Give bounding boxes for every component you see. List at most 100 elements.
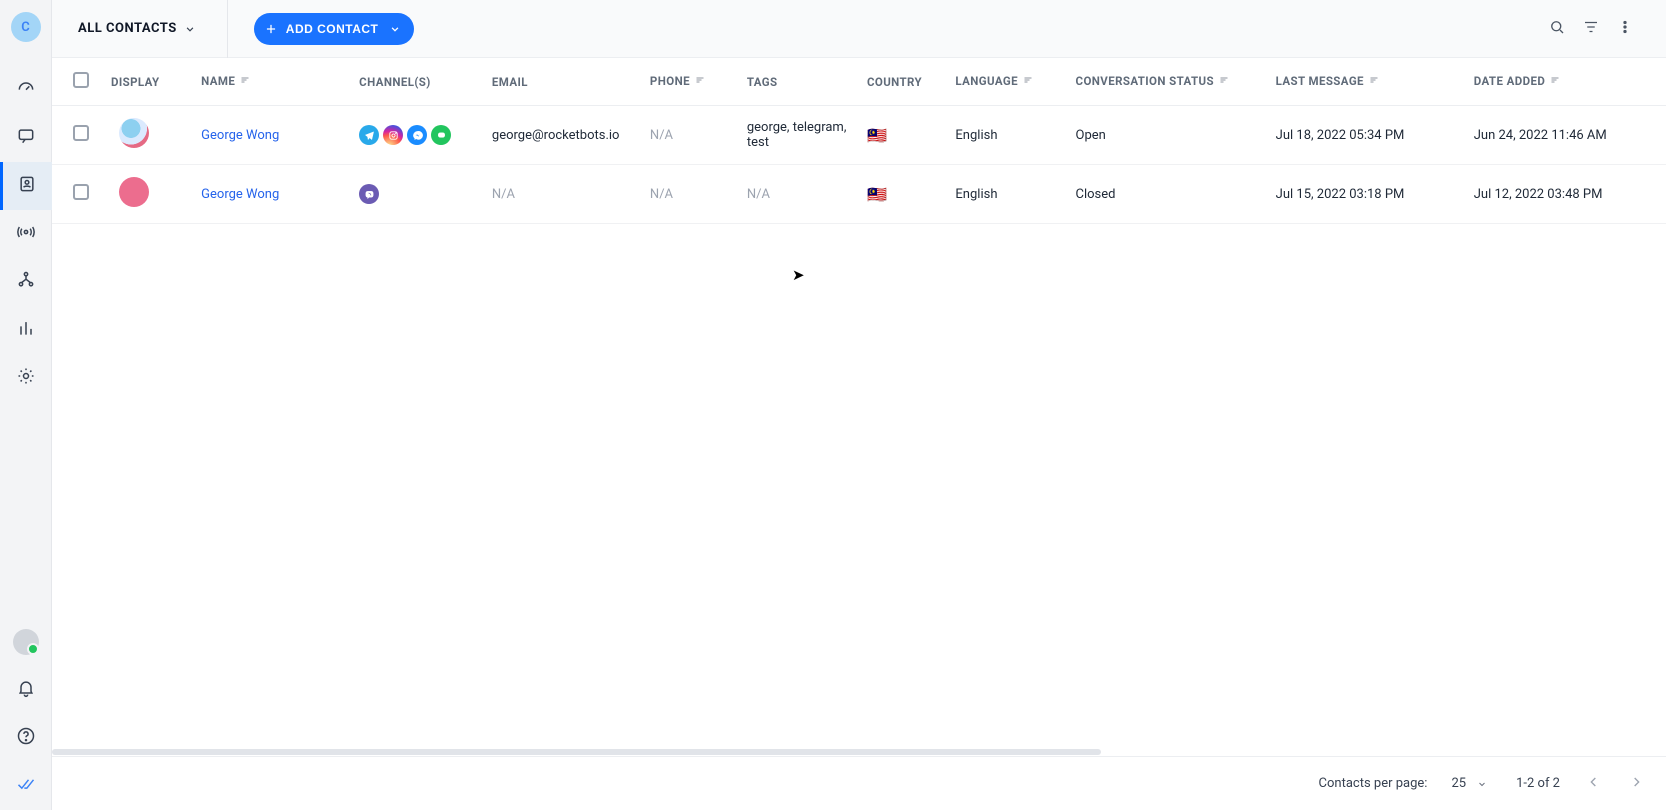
chevron-down-icon — [1476, 778, 1488, 790]
bar-chart-icon — [16, 318, 36, 342]
per-page-value: 25 — [1451, 776, 1466, 791]
sort-icon — [1549, 74, 1561, 89]
add-contact-button[interactable]: ADD CONTACT — [254, 13, 415, 45]
sort-icon — [694, 74, 706, 89]
segment-label: ALL CONTACTS — [78, 21, 177, 36]
sort-icon — [1022, 74, 1034, 89]
table-row[interactable]: George WongN/AN/AN/A🇲🇾EnglishClosedJul 1… — [52, 165, 1666, 224]
broadcast-icon — [16, 222, 36, 246]
search-button[interactable] — [1540, 12, 1574, 46]
col-language[interactable]: LANGUAGE — [947, 58, 1067, 106]
more-button[interactable] — [1608, 12, 1642, 46]
cell-country: 🇲🇾 — [859, 106, 947, 165]
col-phone[interactable]: PHONE — [642, 58, 739, 106]
nav-messages[interactable] — [0, 114, 52, 162]
cell-country: 🇲🇾 — [859, 165, 947, 224]
add-contact-label: ADD CONTACT — [286, 22, 379, 36]
contacts-icon — [17, 174, 37, 198]
contact-name-link[interactable]: George Wong — [201, 187, 279, 202]
main-area: ALL CONTACTS ADD CONTACT DI — [52, 0, 1666, 810]
gauge-icon — [16, 78, 36, 102]
col-tags[interactable]: TAGS — [739, 58, 859, 106]
chevron-down-icon — [388, 22, 402, 36]
contacts-table-wrapper: DISPLAY NAME CHANNEL(S) EMAIL PHONE TAGS… — [52, 58, 1666, 748]
instagram-channel-icon — [383, 125, 403, 145]
row-checkbox[interactable] — [73, 125, 89, 141]
col-dateadded[interactable]: DATE ADDED — [1466, 58, 1666, 106]
nav-broadcast[interactable] — [0, 210, 52, 258]
cell-phone: N/A — [642, 165, 739, 224]
sort-icon — [239, 74, 251, 89]
col-status[interactable]: CONVERSATION STATUS — [1068, 58, 1268, 106]
plus-icon — [264, 22, 278, 36]
sort-icon — [1218, 74, 1230, 89]
filter-icon — [1582, 18, 1600, 40]
row-checkbox[interactable] — [73, 184, 89, 200]
nav-contacts[interactable] — [0, 162, 52, 210]
more-vertical-icon — [1616, 18, 1634, 40]
contacts-table: DISPLAY NAME CHANNEL(S) EMAIL PHONE TAGS… — [52, 58, 1666, 224]
cell-tags: N/A — [739, 165, 859, 224]
cell-email: N/A — [484, 165, 642, 224]
col-channels[interactable]: CHANNEL(S) — [351, 58, 484, 106]
scrollbar-thumb[interactable] — [52, 749, 1101, 755]
help-icon — [16, 726, 36, 750]
flag-icon: 🇲🇾 — [867, 185, 887, 204]
cell-status: Closed — [1068, 165, 1268, 224]
user-avatar-icon — [13, 629, 39, 655]
col-name[interactable]: NAME — [193, 58, 351, 106]
cell-language: English — [947, 165, 1067, 224]
line-channel-icon — [431, 125, 451, 145]
cell-lastmessage: Jul 15, 2022 03:18 PM — [1268, 165, 1466, 224]
topbar: ALL CONTACTS ADD CONTACT — [52, 0, 1666, 58]
nav-profile[interactable] — [0, 618, 52, 666]
table-row[interactable]: George Wonggeorge@rocketbots.ioN/Ageorge… — [52, 106, 1666, 165]
cell-dateadded: Jul 12, 2022 03:48 PM — [1466, 165, 1666, 224]
select-all-checkbox[interactable] — [73, 72, 89, 88]
horizontal-scrollbar[interactable] — [52, 748, 1666, 756]
nav-notifications[interactable] — [0, 666, 52, 714]
per-page-select[interactable]: 25 — [1451, 776, 1488, 791]
col-display[interactable]: DISPLAY — [111, 58, 193, 106]
nav-help[interactable] — [0, 714, 52, 762]
viber-channel-icon — [359, 184, 379, 204]
workspace-badge[interactable]: C — [11, 12, 41, 42]
cell-phone: N/A — [642, 106, 739, 165]
table-footer: Contacts per page: 25 1-2 of 2 — [52, 756, 1666, 810]
chevron-down-icon — [183, 22, 197, 36]
col-lastmessage[interactable]: LAST MESSAGE — [1268, 58, 1466, 106]
contact-name-link[interactable]: George Wong — [201, 128, 279, 143]
next-page-button[interactable] — [1628, 774, 1644, 794]
chat-icon — [16, 126, 36, 150]
workflow-icon — [16, 270, 36, 294]
per-page-label: Contacts per page: — [1319, 776, 1428, 791]
nav-settings[interactable] — [0, 354, 52, 402]
cell-lastmessage: Jul 18, 2022 05:34 PM — [1268, 106, 1466, 165]
nav-getting-started[interactable] — [0, 762, 52, 810]
sort-icon — [1368, 74, 1380, 89]
prev-page-button[interactable] — [1586, 774, 1602, 794]
table-header-row: DISPLAY NAME CHANNEL(S) EMAIL PHONE TAGS… — [52, 58, 1666, 106]
left-sidebar: C — [0, 0, 52, 810]
nav-workflows[interactable] — [0, 258, 52, 306]
bell-icon — [16, 678, 36, 702]
contact-avatar — [119, 118, 149, 148]
contact-avatar — [119, 177, 149, 207]
pagination-range: 1-2 of 2 — [1516, 776, 1560, 791]
col-country[interactable]: COUNTRY — [859, 58, 947, 106]
nav-reports[interactable] — [0, 306, 52, 354]
nav-dashboard[interactable] — [0, 66, 52, 114]
gear-icon — [16, 366, 36, 390]
telegram-channel-icon — [359, 125, 379, 145]
mouse-cursor-icon: ➤ — [792, 266, 805, 284]
segment-dropdown[interactable]: ALL CONTACTS — [78, 0, 228, 58]
cell-tags: george, telegram, test — [739, 106, 859, 165]
cell-language: English — [947, 106, 1067, 165]
search-icon — [1548, 18, 1566, 40]
filter-button[interactable] — [1574, 12, 1608, 46]
col-email[interactable]: EMAIL — [484, 58, 642, 106]
messenger-channel-icon — [407, 125, 427, 145]
channel-icons — [359, 125, 476, 145]
cell-status: Open — [1068, 106, 1268, 165]
channel-icons — [359, 184, 476, 204]
